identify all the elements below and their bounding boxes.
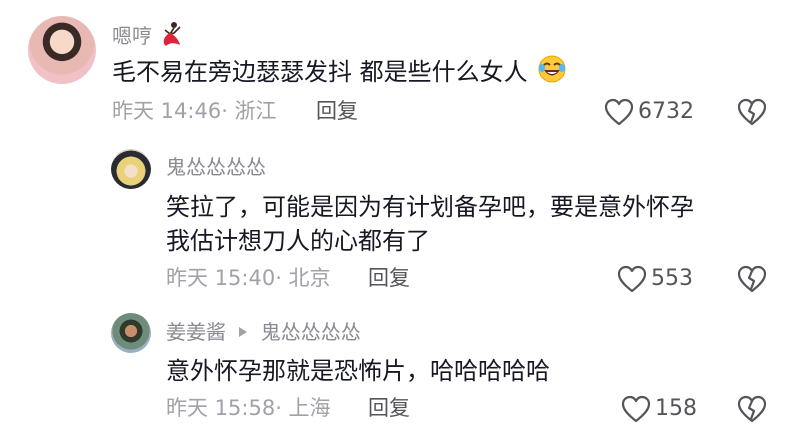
laughing-emoji-icon	[537, 54, 567, 93]
username: 姜姜酱 鬼怂怂怂怂	[166, 321, 361, 342]
reply-to-username[interactable]: 鬼怂怂怂怂	[261, 320, 361, 344]
comment-text-line-2: 我估计想刀人的心都有了	[166, 227, 430, 255]
comment-meta: 昨天 14:46· 浙江	[112, 99, 277, 123]
avatar[interactable]	[28, 16, 96, 84]
heart-outline-icon[interactable]	[617, 265, 647, 293]
comment-text-content: 毛不易在旁边瑟瑟发抖 都是些什么女人	[112, 58, 528, 86]
comment-meta: 昨天 15:58· 上海	[166, 396, 331, 420]
broken-heart-icon[interactable]	[737, 265, 767, 293]
reply-button[interactable]: 回复	[316, 101, 358, 122]
reply-button[interactable]: 回复	[368, 398, 410, 419]
heart-outline-icon[interactable]	[621, 395, 651, 423]
comment-meta: 昨天 15:40· 北京	[166, 266, 331, 290]
username-text[interactable]: 姜姜酱	[166, 320, 226, 344]
comment-text: 意外怀孕那就是恐怖片，哈哈哈哈哈	[166, 357, 550, 385]
avatar[interactable]	[111, 149, 151, 189]
avatar[interactable]	[111, 313, 151, 353]
comment-text-line-1: 笑拉了，可能是因为有计划备孕吧，要是意外怀孕	[166, 193, 694, 221]
like-count: 553	[651, 266, 693, 291]
username-text: 嗯哼	[112, 24, 152, 48]
broken-heart-icon[interactable]	[737, 98, 767, 126]
play-triangle-icon	[238, 321, 248, 341]
reply-button[interactable]: 回复	[368, 268, 410, 289]
dancer-emoji-icon	[160, 21, 184, 50]
username[interactable]: 鬼怂怂怂怂	[166, 157, 266, 177]
broken-heart-icon[interactable]	[737, 395, 767, 423]
heart-outline-icon[interactable]	[604, 98, 634, 126]
comment-text: 毛不易在旁边瑟瑟发抖 都是些什么女人	[112, 54, 567, 93]
like-count: 6732	[638, 99, 694, 124]
like-count: 158	[655, 396, 697, 421]
username[interactable]: 嗯哼	[112, 21, 184, 50]
